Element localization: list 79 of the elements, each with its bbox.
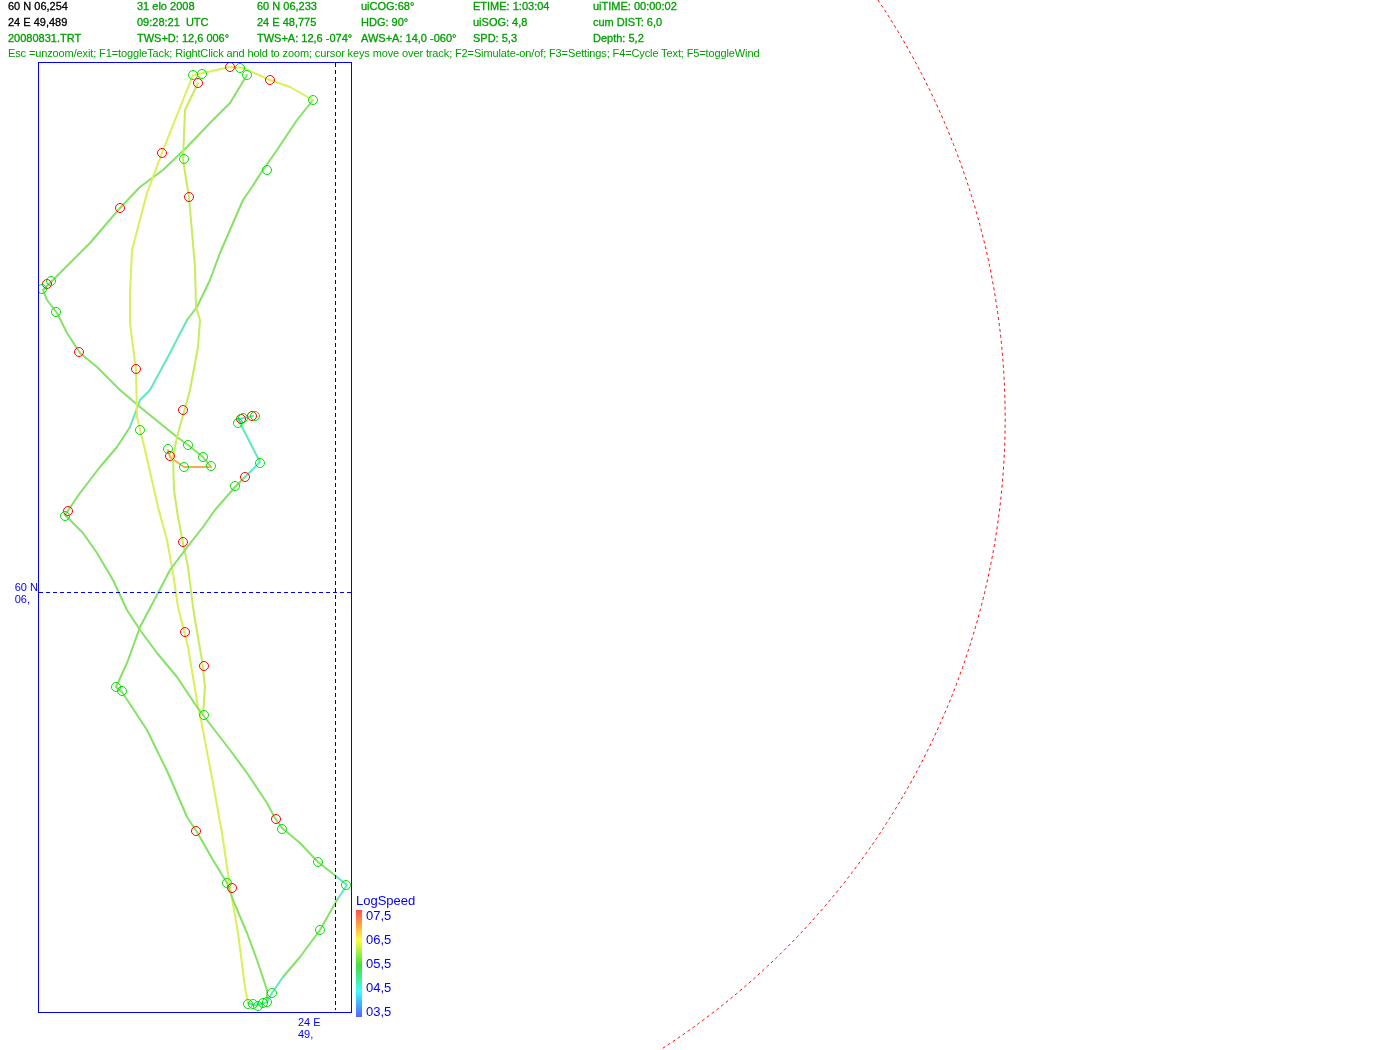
status-text: cum DIST: 6,0 bbox=[593, 15, 663, 30]
legend-title: LogSpeed bbox=[356, 893, 416, 909]
status-text: TWS+A: 12,6 -074° bbox=[257, 31, 353, 46]
status-text: 31 elo 2008 bbox=[137, 0, 195, 14]
track-marker bbox=[199, 661, 209, 671]
track-marker bbox=[206, 461, 216, 471]
track-marker bbox=[230, 481, 240, 491]
track-marker bbox=[111, 682, 121, 692]
track-marker bbox=[262, 165, 272, 175]
track-marker bbox=[248, 999, 258, 1009]
status-text: uiTIME: 00:00:02 bbox=[593, 0, 677, 14]
longitude-label: 24 E 49, bbox=[298, 1016, 321, 1040]
latitude-label: 60 N 06, bbox=[14, 581, 38, 605]
track-marker bbox=[199, 710, 209, 720]
legend-tick-label: 07,5 bbox=[366, 910, 392, 922]
track-marker bbox=[117, 686, 127, 696]
track-marker bbox=[46, 276, 56, 286]
track-marker bbox=[233, 418, 243, 428]
track-marker bbox=[271, 814, 281, 824]
status-text: 60 N 06,254 bbox=[8, 0, 68, 14]
track-marker bbox=[51, 307, 61, 317]
status-text: 24 E 49,489 bbox=[8, 15, 68, 30]
track-marker bbox=[179, 462, 189, 472]
track-marker bbox=[265, 75, 275, 85]
track-marker bbox=[235, 63, 245, 73]
track-marker bbox=[242, 70, 252, 80]
status-text: 24 E 48,775 bbox=[257, 15, 317, 30]
track-marker bbox=[197, 69, 207, 79]
track-marker bbox=[74, 347, 84, 357]
track-marker bbox=[258, 998, 268, 1008]
track-marker bbox=[198, 452, 208, 462]
status-text: SPD: 5,3 bbox=[473, 31, 518, 46]
track-marker bbox=[262, 997, 272, 1007]
track-marker bbox=[222, 878, 232, 888]
track-marker bbox=[115, 203, 125, 213]
track-marker bbox=[313, 857, 323, 867]
track-marker bbox=[131, 364, 141, 374]
track-marker bbox=[157, 148, 167, 158]
status-text: uiCOG:68° bbox=[361, 0, 415, 14]
track-marker bbox=[60, 511, 70, 521]
status-text: HDG: 90° bbox=[361, 15, 409, 30]
track-marker bbox=[341, 880, 351, 890]
track-marker bbox=[183, 440, 193, 450]
track-marker bbox=[225, 63, 235, 72]
status-text: AWS+A: 14,0 -060° bbox=[361, 31, 457, 46]
legend-tick-label: 05,5 bbox=[366, 958, 392, 970]
legend-tick-label: 03,5 bbox=[366, 1006, 392, 1018]
track-marker bbox=[178, 405, 188, 415]
track-marker bbox=[178, 537, 188, 547]
track-marker bbox=[267, 988, 277, 998]
track-marker bbox=[253, 1001, 263, 1011]
legend-tick-label: 04,5 bbox=[366, 982, 392, 994]
track-marker bbox=[227, 883, 237, 893]
track-marker bbox=[42, 279, 52, 289]
track-marker bbox=[184, 192, 194, 202]
track-marker bbox=[163, 444, 173, 454]
track-marker bbox=[63, 506, 73, 516]
track-marker bbox=[180, 627, 190, 637]
status-text: uiSOG: 4,8 bbox=[473, 15, 528, 30]
help-text: Esc =unzoom/exit; F1=toggleTack; RightClick and hold to zoom; cursor keys move over track; F2=Simulate-on/of; F3=Settings; F4=Cycle Text; F5=toggleWind bbox=[8, 46, 760, 60]
track-marker bbox=[179, 154, 189, 164]
track-marker bbox=[165, 451, 175, 461]
track-marker bbox=[243, 999, 253, 1009]
track-marker bbox=[135, 425, 145, 435]
legend-tick-label: 06,5 bbox=[366, 934, 392, 946]
status-text: 60 N 06,233 bbox=[257, 0, 317, 14]
track-marker bbox=[188, 70, 198, 80]
status-text: Depth: 5,2 bbox=[593, 31, 644, 46]
status-text: 09:28:21 UTC bbox=[137, 15, 209, 30]
status-text: 20080831.TRT bbox=[8, 31, 82, 46]
track-marker bbox=[191, 826, 201, 836]
track-marker bbox=[255, 458, 265, 468]
track-marker bbox=[315, 925, 325, 935]
track-marker bbox=[308, 95, 318, 105]
status-text: TWS+D: 12,6 006° bbox=[137, 31, 230, 46]
track-marker bbox=[193, 78, 203, 88]
track-marker bbox=[277, 824, 287, 834]
track-marker bbox=[240, 472, 250, 482]
status-text: ETIME: 1:03:04 bbox=[473, 0, 550, 14]
